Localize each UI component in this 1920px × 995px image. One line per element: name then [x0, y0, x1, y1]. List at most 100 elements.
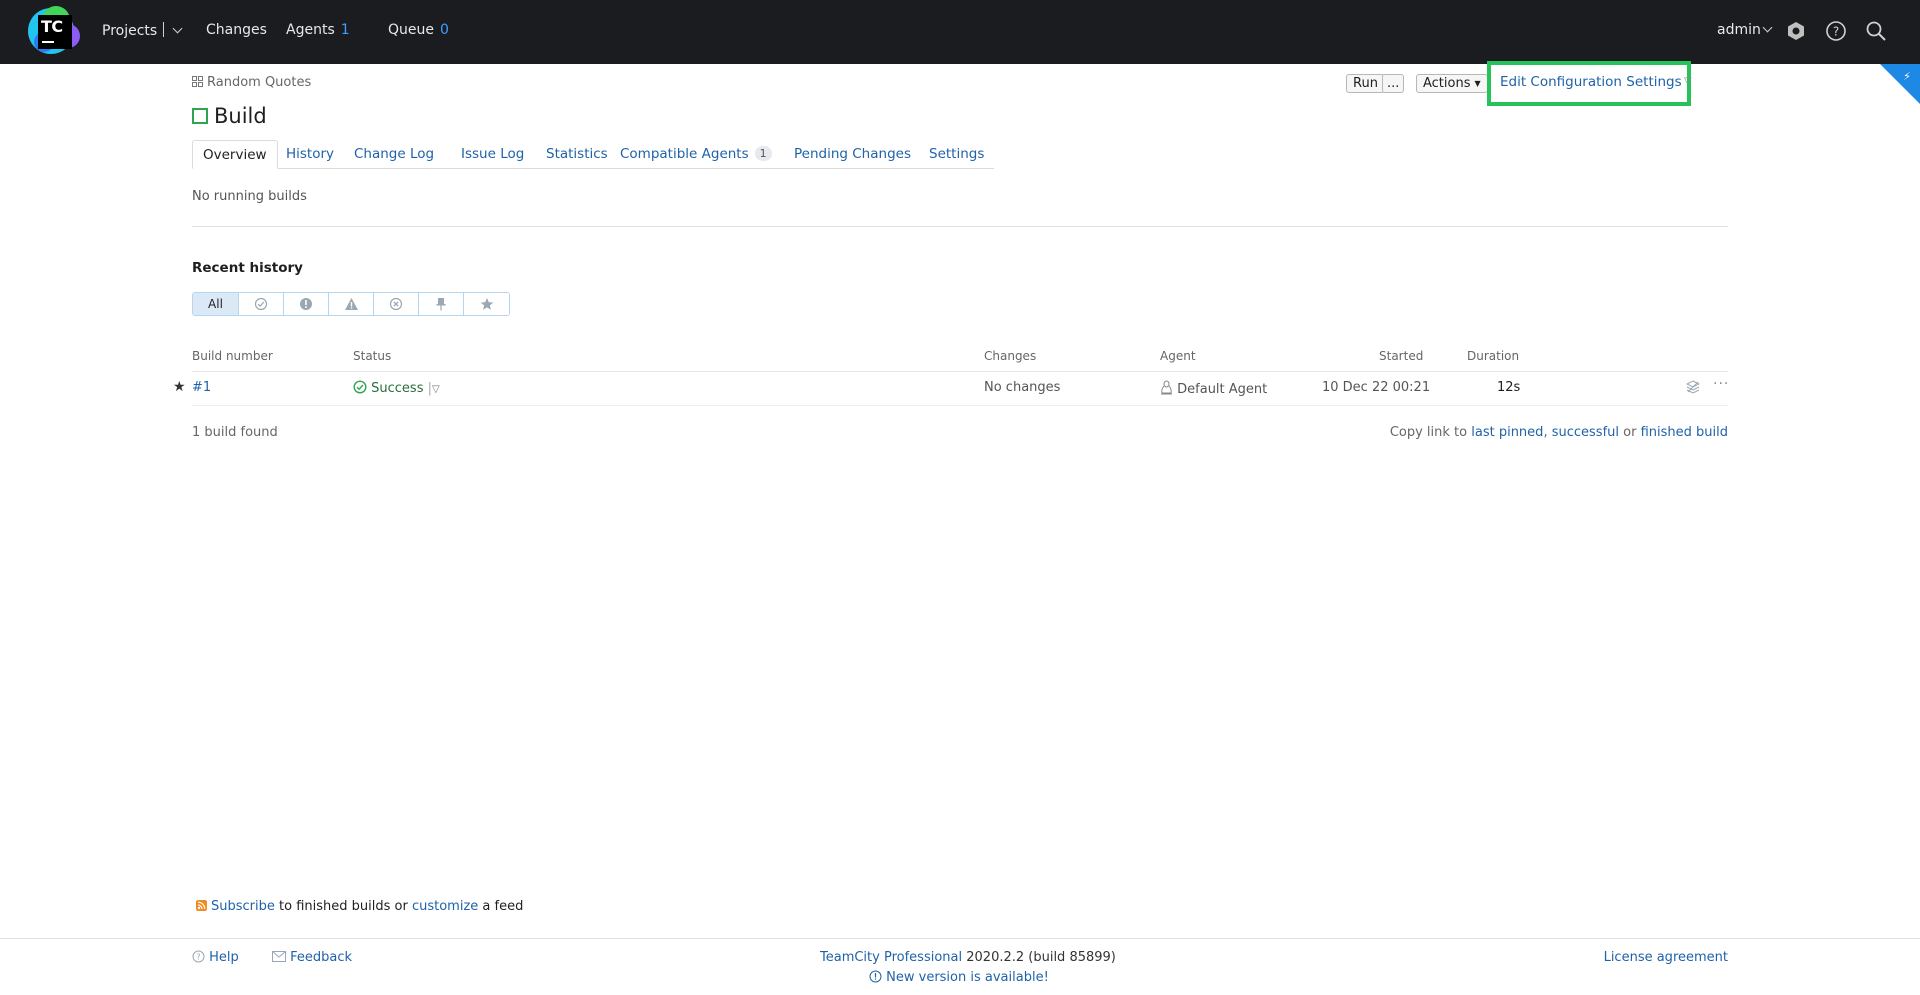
tab-compatible-agents[interactable]: Compatible Agents 1	[610, 140, 782, 169]
tab-compatible-agents-label: Compatible Agents	[620, 146, 749, 162]
build-config-status-icon	[192, 108, 208, 124]
build-status[interactable]: Success |▽	[353, 380, 440, 396]
no-running-builds-text: No running builds	[192, 189, 307, 204]
project-grid-icon	[192, 76, 203, 87]
user-menu[interactable]: admin	[1717, 22, 1773, 38]
layers-icon[interactable]	[1686, 380, 1700, 394]
column-duration[interactable]: Duration	[1467, 349, 1519, 363]
build-agent-name: Default Agent	[1177, 382, 1268, 397]
tab-history[interactable]: History	[276, 140, 344, 169]
section-divider	[192, 226, 1728, 227]
linux-agent-icon	[1161, 380, 1172, 395]
copy-link-prefix: Copy link to	[1389, 425, 1468, 440]
footer-divider	[0, 938, 1920, 939]
tab-settings[interactable]: Settings	[919, 140, 994, 169]
success-filter-icon	[254, 297, 268, 311]
footer-feedback-link: Feedback	[290, 950, 353, 965]
filter-warning[interactable]	[329, 293, 374, 315]
nav-changes[interactable]: Changes	[206, 22, 267, 38]
top-navigation-bar: TC Projects Changes Agents 1 Queue 0 admin…	[0, 0, 1920, 64]
filter-pinned[interactable]	[419, 293, 464, 315]
filter-success[interactable]	[239, 293, 284, 315]
search-icon[interactable]	[1865, 20, 1887, 42]
footer-help[interactable]: ? Help	[192, 950, 239, 965]
footer-help-link: Help	[209, 950, 239, 965]
subscribe-link[interactable]: Subscribe	[211, 899, 275, 914]
column-agent[interactable]: Agent	[1160, 349, 1196, 363]
filter-cancelled[interactable]	[374, 293, 419, 315]
cancelled-filter-icon	[389, 297, 403, 311]
caret-down-icon: ▼	[1474, 79, 1481, 88]
column-build-number[interactable]: Build number	[192, 349, 273, 363]
copy-link-or: or	[1623, 425, 1637, 440]
help-icon[interactable]: ?	[1825, 20, 1847, 42]
new-version-link: New version is available!	[886, 970, 1049, 985]
copy-link-finished-build[interactable]: finished build	[1641, 425, 1728, 440]
column-changes[interactable]: Changes	[984, 349, 1036, 363]
tab-overview[interactable]: Overview	[192, 140, 278, 169]
feed-subscribe-line: Subscribe to finished builds or customiz…	[196, 899, 523, 914]
build-status-text: Success	[371, 381, 424, 396]
status-dropdown-icon[interactable]: ▽	[432, 384, 440, 395]
page-title-container: Build	[192, 104, 267, 128]
help-icon: ?	[192, 950, 205, 963]
breadcrumb-project-link[interactable]: Random Quotes	[207, 75, 311, 90]
build-changes[interactable]: No changes	[984, 380, 1060, 395]
corner-ribbon-icon[interactable]: ⚡	[1880, 64, 1920, 104]
tab-statistics[interactable]: Statistics	[536, 140, 618, 169]
mail-icon	[272, 951, 286, 962]
filter-failed[interactable]	[284, 293, 329, 315]
column-status[interactable]: Status	[353, 349, 391, 363]
new-version-notice[interactable]: New version is available!	[869, 970, 1049, 985]
tab-change-log[interactable]: Change Log	[344, 140, 444, 169]
success-check-icon	[353, 380, 367, 394]
history-filter-bar: All	[192, 292, 510, 316]
actions-label: Actions	[1423, 76, 1471, 91]
more-options-icon[interactable]: ···	[1713, 376, 1729, 392]
nav-agents[interactable]: Agents 1	[286, 22, 350, 38]
chevron-down-icon[interactable]	[172, 23, 183, 34]
teamcity-logo[interactable]: TC	[28, 6, 82, 58]
edit-config-dropdown-icon[interactable]: ▽	[1684, 76, 1692, 87]
warning-filter-icon	[344, 298, 358, 310]
customize-feed-link[interactable]: customize	[412, 899, 478, 914]
user-name: admin	[1717, 22, 1761, 38]
nav-agents-label: Agents	[286, 22, 335, 38]
table-row-divider	[192, 405, 1728, 406]
filter-starred[interactable]	[464, 293, 509, 315]
chevron-down-icon	[1762, 22, 1773, 33]
queue-count-badge: 0	[440, 22, 449, 38]
table-header-divider	[192, 371, 1728, 372]
product-version: 2020.2.2 (build 85899)	[966, 950, 1116, 965]
copy-link-last-pinned[interactable]: last pinned	[1471, 425, 1543, 440]
nav-queue-label: Queue	[388, 22, 434, 38]
svg-text:?: ?	[1833, 25, 1839, 39]
filter-all[interactable]: All	[193, 293, 239, 315]
copy-link-successful[interactable]: successful	[1552, 425, 1619, 440]
actions-menu-button[interactable]: Actions ▼	[1416, 74, 1488, 93]
failed-filter-icon	[300, 298, 312, 310]
build-started: 10 Dec 22 00:21	[1322, 380, 1431, 395]
starred-filter-icon	[480, 298, 493, 310]
tab-pending-changes[interactable]: Pending Changes	[784, 140, 921, 169]
nav-queue[interactable]: Queue 0	[388, 22, 449, 38]
agents-count-badge: 1	[340, 22, 350, 38]
product-link[interactable]: TeamCity Professional	[820, 950, 962, 965]
build-agent[interactable]: Default Agent	[1160, 380, 1267, 397]
footer-feedback[interactable]: Feedback	[272, 950, 352, 965]
build-duration: 12s	[1497, 380, 1521, 395]
breadcrumb: Random Quotes	[192, 75, 311, 90]
copy-link-line: Copy link to last pinned, successful or …	[1390, 425, 1728, 440]
tab-issue-log[interactable]: Issue Log	[451, 140, 534, 169]
page-title: Build	[214, 104, 267, 128]
column-started[interactable]: Started	[1379, 349, 1423, 363]
nav-projects[interactable]: Projects	[102, 22, 183, 39]
build-number-link[interactable]: #1	[192, 380, 211, 395]
star-icon[interactable]: ★	[173, 379, 186, 395]
run-custom-button[interactable]: ...	[1382, 74, 1405, 93]
settings-icon[interactable]	[1785, 20, 1807, 42]
license-agreement-link[interactable]: License agreement	[1604, 950, 1728, 965]
edit-configuration-settings-link[interactable]: Edit Configuration Settings	[1500, 74, 1682, 90]
run-button[interactable]: Run	[1346, 74, 1385, 93]
svg-text:?: ?	[196, 953, 200, 962]
